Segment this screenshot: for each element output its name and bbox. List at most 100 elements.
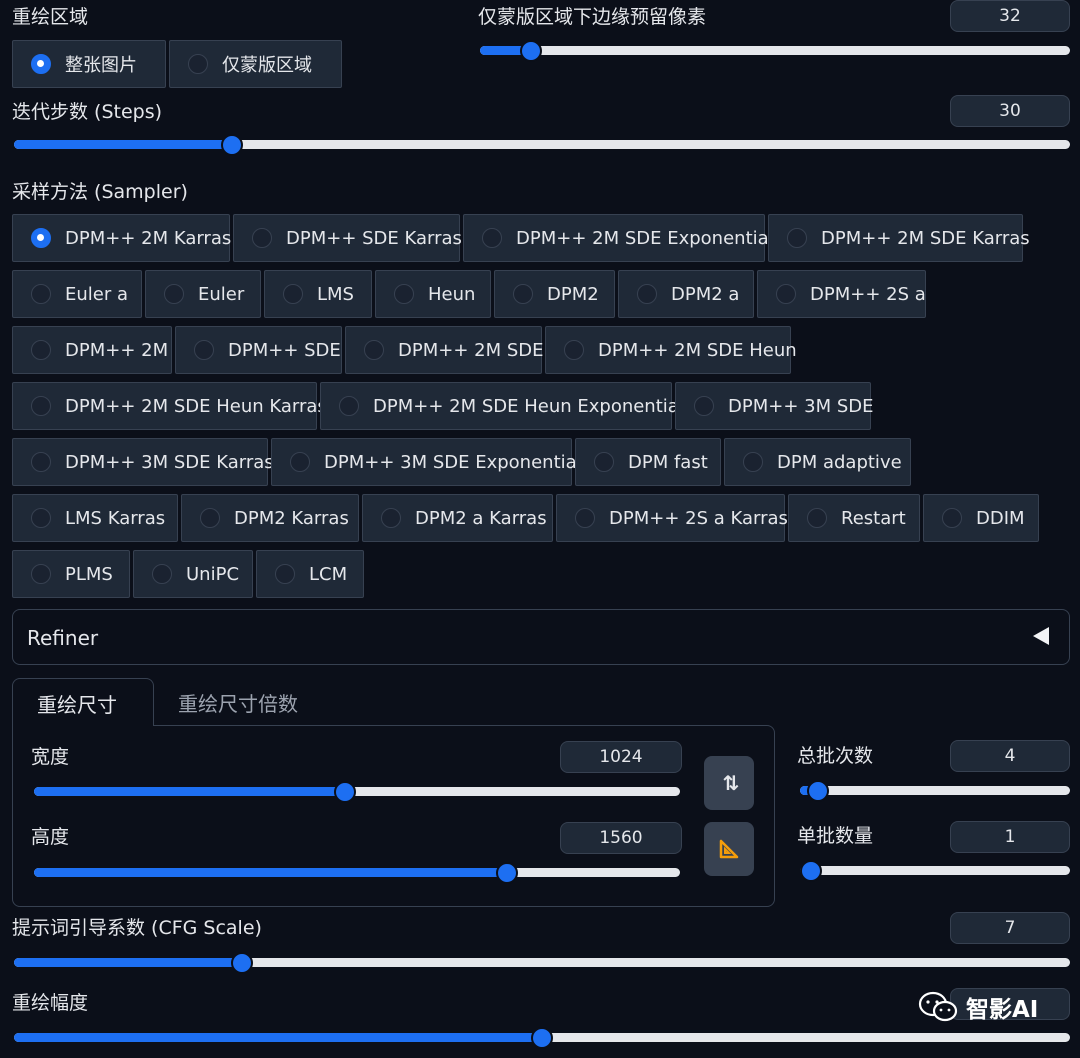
batch-count-input[interactable]: 4 [950,740,1070,772]
slider-thumb[interactable] [334,780,356,803]
sampler-option[interactable]: DPM++ 2M SDE Heun [545,326,797,374]
inpaint-area-only-masked[interactable]: 仅蒙版区域 [169,40,342,88]
sampler-option-label: DPM++ 3M SDE Karras [65,451,274,473]
sampler-option[interactable]: Euler a [12,270,142,318]
sampler-option[interactable]: DPM2 Karras [181,494,359,542]
sampler-option-label: DPM++ 2S a [810,283,926,305]
slider-fill [34,787,345,796]
sampler-option[interactable]: LCM [256,550,364,598]
sampler-option[interactable]: DPM++ 2M SDE Heun Karras [12,382,327,430]
radio-unselected-icon [575,508,595,528]
sampler-option-label: PLMS [65,563,113,585]
tab-label: 重绘尺寸 [37,693,117,717]
slider-thumb[interactable] [531,1026,553,1049]
sampler-option[interactable]: DPM++ SDE Karras [233,214,462,262]
sampler-option[interactable]: LMS [264,270,372,318]
slider-thumb[interactable] [221,133,243,156]
watermark: 智影AI [918,990,1038,1024]
width-slider[interactable] [34,780,680,803]
sampler-option-label: DPM fast [628,451,708,473]
radio-unselected-icon [364,340,384,360]
refiner-label: Refiner [27,626,99,650]
sampler-option[interactable]: DPM++ 3M SDE [675,382,874,430]
refiner-accordion[interactable]: Refiner [12,609,1070,665]
tab-resize-to[interactable]: 重绘尺寸 [12,678,154,726]
steps-slider[interactable] [14,133,1070,156]
radio-unselected-icon [776,284,796,304]
sampler-option[interactable]: DPM++ 2S a [757,270,926,318]
inpaint-area-whole-picture[interactable]: 整张图片 [12,40,166,88]
sampler-option-label: DPM2 a Karras [415,507,547,529]
radio-unselected-icon [31,396,51,416]
sampler-option[interactable]: Restart [788,494,920,542]
radio-unselected-icon [164,284,184,304]
sampler-option[interactable]: DPM adaptive [724,438,911,486]
sampler-option[interactable]: PLMS [12,550,130,598]
width-input[interactable]: 1024 [560,741,682,773]
steps-input[interactable]: 30 [950,95,1070,127]
cfg-scale-input[interactable]: 7 [950,912,1070,944]
radio-unselected-icon [942,508,962,528]
sampler-option[interactable]: Euler [145,270,261,318]
sampler-option[interactable]: DDIM [923,494,1039,542]
radio-unselected-icon [339,396,359,416]
sampler-option-label: DPM2 Karras [234,507,349,529]
sampler-option[interactable]: DPM++ 2M Karras [12,214,231,262]
cfg-scale-slider[interactable] [14,951,1070,974]
tab-resize-by[interactable]: 重绘尺寸倍数 [178,688,298,717]
radio-unselected-icon [564,340,584,360]
sampler-option[interactable]: DPM2 a [618,270,754,318]
radio-unselected-icon [394,284,414,304]
slider-thumb[interactable] [496,861,518,884]
batch-count-slider[interactable] [800,779,1070,802]
radio-unselected-icon [200,508,220,528]
sampler-option[interactable]: DPM++ 3M SDE Karras [12,438,274,486]
sampler-option[interactable]: LMS Karras [12,494,178,542]
sampler-option-label: LMS Karras [65,507,166,529]
mask-padding-input[interactable]: 32 [950,0,1070,32]
sampler-option[interactable]: DPM2 [494,270,615,318]
sampler-option-label: DPM++ 2M SDE Karras [821,227,1030,249]
batch-size-slider[interactable] [800,859,1070,882]
radio-unselected-icon [807,508,827,528]
sampler-option[interactable]: DPM fast [575,438,721,486]
radio-selected-icon [31,54,51,74]
steps-label: 迭代步数 (Steps) [12,101,163,123]
sampler-option[interactable]: DPM++ 2S a Karras [556,494,788,542]
radio-unselected-icon [31,452,51,472]
batch-size-input[interactable]: 1 [950,821,1070,853]
height-label: 高度 [31,826,70,848]
sampler-option[interactable]: DPM++ 2M SDE Exponential [463,214,774,262]
height-input[interactable]: 1560 [560,822,682,854]
inpaint-area-option-label: 整张图片 [65,55,137,76]
slider-thumb[interactable] [807,779,829,802]
sampler-option[interactable]: DPM++ 2M [12,326,172,374]
radio-unselected-icon [381,508,401,528]
sampler-option[interactable]: DPM++ 2M SDE Heun Exponential [320,382,684,430]
slider-thumb[interactable] [520,39,542,62]
sampler-option-label: DPM++ 3M SDE Exponential [324,451,582,473]
sampler-option[interactable]: DPM2 a Karras [362,494,553,542]
sampler-option-label: Heun [428,283,476,305]
sampler-option[interactable]: DPM++ SDE [175,326,342,374]
mask-padding-label: 仅蒙版区域下边缘预留像素 [478,6,707,28]
sampler-option[interactable]: DPM++ 3M SDE Exponential [271,438,582,486]
height-slider[interactable] [34,861,680,884]
slider-thumb[interactable] [231,951,253,974]
sampler-option-label: DPM++ 2S a Karras [609,507,788,529]
triangle-left-icon[interactable] [1033,627,1049,645]
slider-fill [14,1033,542,1042]
denoising-slider[interactable] [14,1026,1070,1049]
swap-dimensions-button[interactable]: ⇅ [704,756,754,810]
sampler-option[interactable]: DPM++ 2M SDE Karras [768,214,1030,262]
radio-unselected-icon [188,54,208,74]
sampler-option[interactable]: UniPC [133,550,253,598]
sampler-option-label: DPM++ 2M SDE Heun [598,339,797,361]
aspect-ratio-button[interactable] [704,822,754,876]
sampler-option[interactable]: DPM++ 2M SDE [345,326,544,374]
radio-unselected-icon [637,284,657,304]
mask-padding-slider[interactable] [480,39,1070,62]
sampler-option[interactable]: Heun [375,270,491,318]
sampler-option-label: UniPC [186,563,240,585]
slider-thumb[interactable] [800,859,822,882]
